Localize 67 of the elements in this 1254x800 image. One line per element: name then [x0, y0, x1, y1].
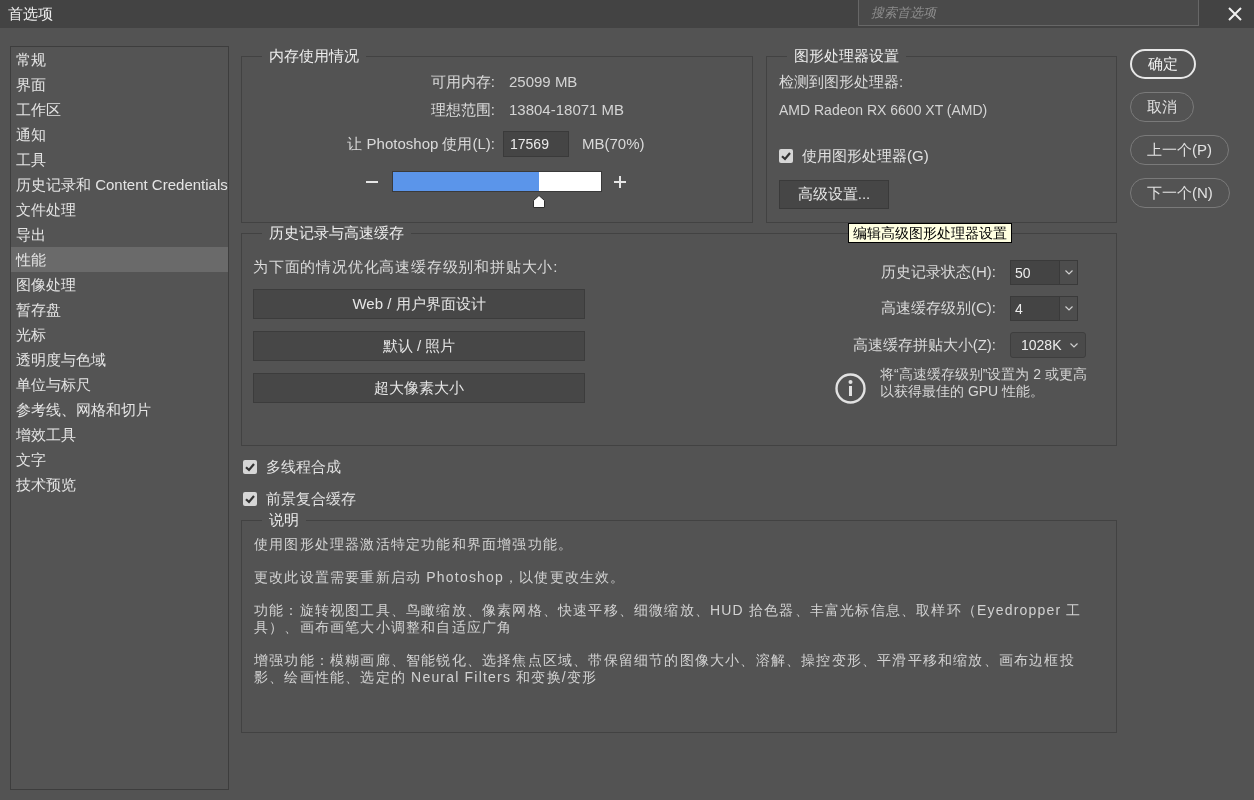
sidebar-item[interactable]: 技术预览	[11, 472, 228, 497]
advanced-settings-button[interactable]: 高级设置...	[779, 180, 889, 209]
chevron-down-icon	[1064, 270, 1073, 275]
panel-title: 历史记录与高速缓存	[268, 223, 405, 243]
field-label: 高速缓存级别(C):	[881, 299, 996, 318]
dropdown-button[interactable]	[1060, 260, 1078, 285]
sidebar-item[interactable]: 透明度与色域	[11, 347, 228, 372]
description-paragraph: 更改此设置需要重新启动 Photoshop，以使更改生效。	[254, 569, 627, 586]
window-title: 首选项	[8, 4, 53, 24]
prompt-text: 为下面的情况优化高速缓存级别和拼贴大小:	[253, 257, 560, 277]
field-label: 检测到图形处理器:	[779, 72, 904, 92]
sidebar-item[interactable]: 工作区	[11, 97, 228, 122]
sidebar-item[interactable]: 界面	[11, 72, 228, 97]
sidebar-item[interactable]: 文件处理	[11, 197, 228, 222]
input-field[interactable]: 4	[1010, 296, 1060, 321]
search-field[interactable]: 搜索首选项	[858, 0, 1199, 26]
sidebar-item[interactable]: 单位与标尺	[11, 372, 228, 397]
field-value: 13804-18071 MB	[508, 100, 625, 120]
checkbox[interactable]	[243, 460, 257, 474]
panel-title: 图形处理器设置	[793, 46, 900, 66]
sidebar-item[interactable]: 性能	[11, 247, 228, 272]
preset-button[interactable]: Web / 用户界面设计	[253, 289, 585, 319]
input-field[interactable]: 50	[1010, 260, 1060, 285]
field-label: 历史记录状态(H):	[881, 263, 996, 282]
sidebar-item[interactable]: 导出	[11, 222, 228, 247]
sidebar-item[interactable]: 工具	[11, 147, 228, 172]
input-field[interactable]: 17569	[503, 131, 569, 157]
description-paragraph: 增强功能：模糊画廊、智能锐化、选择焦点区域、带保留细节的图像大小、溶解、操控变形、平滑平移和缩放、画布边框投影、绘画性能、选定的 Neural Filters 和变换/变形	[254, 652, 1076, 686]
checkbox-label: 使用图形处理器(G)	[802, 146, 929, 166]
slider-track[interactable]	[392, 171, 602, 192]
sidebar-item[interactable]: 暂存盘	[11, 297, 228, 322]
field-label: 让 Photoshop 使用(L):	[347, 134, 495, 154]
dropdown[interactable]: 1028K	[1010, 332, 1086, 358]
sidebar-item[interactable]: 通知	[11, 122, 228, 147]
close-icon[interactable]	[1228, 7, 1242, 21]
chevron-down-icon	[1070, 342, 1078, 348]
sidebar-item[interactable]: 文字	[11, 447, 228, 472]
slider-thumb[interactable]	[533, 195, 545, 208]
sidebar-item[interactable]: 图像处理	[11, 272, 228, 297]
description-paragraph: 使用图形处理器激活特定功能和界面增强功能。	[254, 536, 575, 553]
preset-button[interactable]: 默认 / 照片	[253, 331, 585, 361]
checkbox[interactable]	[243, 492, 257, 506]
description-paragraph: 功能：旋转视图工具、鸟瞰缩放、像素网格、快速平移、细微缩放、HUD 拾色器、丰富光标信息、取样环（Eyedropper 工具）、画布画笔大小调整和自适应广角	[254, 602, 1082, 636]
field-label: 可用内存:	[430, 72, 495, 92]
sidebar-item[interactable]: 历史记录和 Content Credentials	[11, 172, 228, 197]
sidebar-item[interactable]: 增效工具	[11, 422, 228, 447]
checkbox-label: 前景复合缓存	[266, 489, 356, 509]
tooltip: 编辑高级图形处理器设置	[848, 223, 1012, 243]
chevron-down-icon	[1064, 306, 1073, 311]
field-value: 25099 MB	[508, 72, 578, 92]
unit-label: MB(70%)	[582, 134, 645, 154]
plus-icon[interactable]	[614, 176, 626, 188]
panel-title: 内存使用情况	[268, 46, 360, 66]
checkbox-label: 多线程合成	[266, 457, 341, 477]
info-icon	[835, 373, 866, 404]
checkbox[interactable]	[779, 149, 793, 163]
info-text: 将“高速缓存级别”设置为 2 或更高以获得最佳的 GPU 性能。	[880, 366, 1088, 400]
sidebar-item[interactable]: 常规	[11, 47, 228, 72]
preset-button[interactable]: 超大像素大小	[253, 373, 585, 403]
sidebar-item[interactable]: 参考线、网格和切片	[11, 397, 228, 422]
panel-title: 说明	[268, 510, 300, 530]
dialog-button[interactable]: 确定	[1130, 49, 1196, 79]
field-label: 高速缓存拼贴大小(Z):	[852, 335, 996, 355]
field-label: 理想范围:	[430, 100, 495, 120]
gpu-name: AMD Radeon RX 6600 XT (AMD)	[779, 101, 988, 120]
dropdown-button[interactable]	[1060, 296, 1078, 321]
sidebar-item[interactable]: 光标	[11, 322, 228, 347]
